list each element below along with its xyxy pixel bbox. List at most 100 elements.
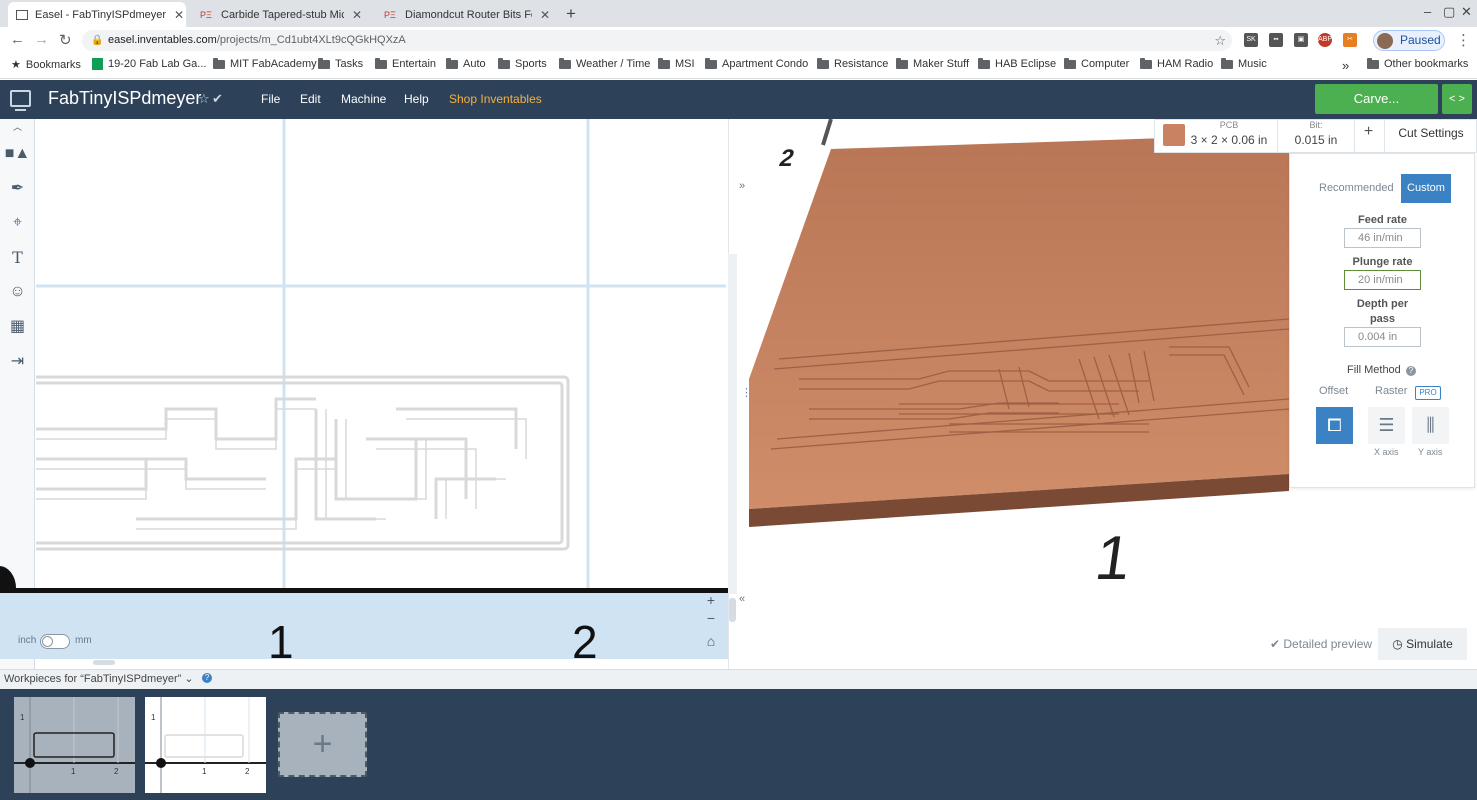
smiley-icon[interactable]: ☺ [4, 278, 31, 305]
folder-icon [446, 57, 458, 69]
workpiece-thumbnail-active[interactable]: 1 1 2 [145, 697, 266, 793]
tab-diamondcut[interactable]: PΞ Diamondcut Router Bits Feed ✕ [376, 2, 558, 27]
profile-button[interactable]: Paused [1373, 30, 1445, 51]
unit-toggle[interactable] [40, 634, 70, 649]
import-icon[interactable]: ⇥ [4, 348, 31, 375]
vertical-scrollbar[interactable] [728, 254, 737, 594]
bookmark-folder[interactable]: MIT FabAcademy [213, 57, 317, 70]
star-icon[interactable]: ☆ [198, 91, 210, 107]
material-size[interactable]: 3 × 2 × 0.06 in [1189, 133, 1269, 147]
forward-arrow-icon[interactable]: → [34, 31, 49, 48]
custom-tab[interactable]: Custom [1401, 174, 1451, 203]
bookmark-folder[interactable]: HAB Eclipse [978, 57, 1056, 70]
new-tab-button[interactable]: + [566, 4, 576, 24]
bookmark-fablab[interactable]: 19-20 Fab Lab Ga... [92, 58, 206, 70]
cut-settings-button[interactable]: Cut Settings [1384, 119, 1477, 153]
bookmark-folder[interactable]: Resistance [817, 57, 888, 70]
workpieces-label[interactable]: Workpieces for “FabTinyISPdmeyer” ⌄ [4, 672, 194, 685]
menu-help[interactable]: Help [404, 92, 429, 106]
bookmark-folder[interactable]: Music [1221, 57, 1267, 70]
minimize-icon[interactable]: – [1424, 4, 1431, 19]
reload-icon[interactable]: ↻ [59, 31, 72, 49]
other-bookmarks[interactable]: Other bookmarks [1367, 57, 1468, 70]
carve-button[interactable]: Carve... [1315, 84, 1438, 114]
expand-left-icon[interactable]: « [739, 593, 745, 605]
bit-size[interactable]: 0.015 in [1278, 133, 1354, 147]
zoom-in-button[interactable]: + [702, 592, 720, 608]
text-icon[interactable]: T [4, 244, 31, 271]
bookmark-folder[interactable]: HAM Radio [1140, 57, 1213, 70]
easel-logo-icon[interactable] [10, 90, 31, 111]
material-swatch[interactable] [1163, 124, 1185, 146]
expand-icon[interactable]: < > [1442, 84, 1472, 114]
pen-icon[interactable]: ✒ [4, 175, 31, 202]
menu-machine[interactable]: Machine [341, 92, 386, 106]
back-arrow-icon[interactable]: ← [10, 31, 25, 48]
offset-fill-button[interactable]: ⧠ [1316, 407, 1353, 444]
menu-edit[interactable]: Edit [300, 92, 321, 106]
folder-icon [375, 57, 387, 69]
bookmark-folder[interactable]: Sports [498, 57, 547, 70]
bookmark-folder[interactable]: Maker Stuff [896, 57, 969, 70]
maximize-icon[interactable]: ▢ [1443, 4, 1455, 20]
tab-carbide[interactable]: PΞ Carbide Tapered-stub Micro-d ✕ [192, 2, 370, 27]
raster-x-button[interactable]: ☰ [1368, 407, 1405, 444]
tab-easel[interactable]: Easel - FabTinyISPdmeyer ✕ [8, 2, 186, 27]
home-view-button[interactable]: ⌂ [702, 633, 720, 649]
raster-y-button[interactable]: ⫼ [1412, 407, 1449, 444]
horizontal-scroll-handle[interactable] [93, 660, 115, 665]
simulate-button[interactable]: ◷ Simulate [1378, 628, 1467, 660]
target-icon[interactable]: ⌖ [4, 209, 31, 236]
bookmark-folder[interactable]: Apartment Condo [705, 57, 808, 70]
zoom-out-button[interactable]: − [702, 610, 720, 626]
bookmark-folder[interactable]: Weather / Time [559, 57, 650, 70]
tab-title: Easel - FabTinyISPdmeyer [35, 8, 167, 21]
collapse-up-icon[interactable]: ︿ [4, 119, 31, 135]
bit-label: Bit: [1309, 120, 1323, 130]
help-icon[interactable]: ? [202, 673, 212, 683]
detailed-preview-toggle[interactable]: ✔ Detailed preview [1270, 637, 1372, 651]
plunge-rate-input[interactable]: 20 in/min [1344, 270, 1421, 290]
bookmark-folder[interactable]: Tasks [318, 57, 363, 70]
box-icon[interactable]: ▦ [4, 313, 31, 340]
close-icon[interactable]: ✕ [532, 8, 550, 22]
bookmark-folder[interactable]: MSI [658, 57, 695, 70]
add-workpiece-button[interactable]: + [278, 712, 367, 777]
recommended-tab[interactable]: Recommended [1319, 182, 1394, 194]
shapes-icon[interactable]: ■▲ [4, 140, 31, 167]
axis-number: 2 [114, 767, 119, 776]
expand-right-icon[interactable]: » [739, 180, 745, 192]
avatar [1377, 33, 1393, 49]
close-icon[interactable]: ✕ [344, 8, 362, 22]
bottom-ruler [0, 593, 728, 659]
extension-icon[interactable]: SK [1244, 33, 1258, 47]
design-grid [36, 119, 726, 591]
add-bit-button[interactable]: + [1355, 123, 1382, 141]
depth-per-pass-input[interactable]: 0.004 in [1344, 327, 1421, 347]
extension-icon[interactable]: ▪▪ [1269, 33, 1283, 47]
browser-menu-icon[interactable]: ⋮ [1456, 31, 1471, 49]
bookmark-folder[interactable]: Entertain [375, 57, 436, 70]
project-title[interactable]: FabTinyISPdmeyer [48, 88, 201, 109]
menu-file[interactable]: File [261, 92, 280, 106]
close-window-icon[interactable]: ✕ [1461, 4, 1472, 20]
more-bookmarks-button[interactable]: » [1342, 58, 1349, 73]
extension-icon[interactable]: ✂ [1343, 33, 1357, 47]
help-icon[interactable]: ? [1406, 366, 1416, 376]
menu-shop-inventables[interactable]: Shop Inventables [449, 92, 542, 106]
close-icon[interactable]: ✕ [166, 8, 184, 22]
bookmark-folder[interactable]: Auto [446, 57, 486, 70]
workpiece-thumbnail[interactable]: 1 1 2 [14, 697, 135, 793]
address-bar[interactable]: 🔒 easel.inventables.com/projects/m_Cd1ub… [82, 30, 1232, 51]
bookmark-folder[interactable]: Computer [1064, 57, 1129, 70]
y-axis-label: Y axis [1418, 447, 1443, 457]
depth-per-pass-label: Depth per pass [1356, 298, 1409, 325]
feed-rate-input[interactable]: 46 in/min [1344, 228, 1421, 248]
ruler-number: 2 [572, 616, 598, 668]
bookmark-star-icon[interactable]: ☆ [1214, 30, 1226, 51]
extension-icon[interactable]: ▣ [1294, 33, 1308, 47]
adblock-icon[interactable]: ABP [1318, 33, 1332, 47]
bookmark-bookmarks[interactable]: ★ Bookmarks [11, 58, 81, 72]
vertical-scroll-handle[interactable] [729, 598, 736, 622]
axis-number: 1 [151, 713, 156, 722]
